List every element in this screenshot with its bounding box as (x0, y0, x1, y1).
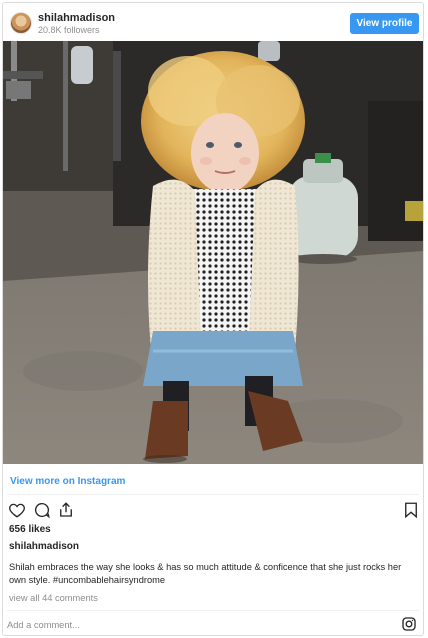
comment-input[interactable] (7, 616, 387, 634)
bookmark-icon[interactable] (402, 501, 422, 521)
divider (7, 610, 419, 611)
instagram-icon[interactable] (401, 616, 417, 632)
username[interactable]: shilahmadison (38, 12, 115, 24)
action-bar (7, 501, 419, 521)
comment-icon[interactable] (33, 501, 53, 521)
divider (7, 494, 419, 495)
view-profile-button[interactable]: View profile (350, 13, 419, 34)
like-count[interactable]: 656 likes (9, 524, 51, 535)
share-icon[interactable] (57, 501, 77, 521)
post-image[interactable] (3, 41, 423, 464)
heart-icon[interactable] (8, 501, 28, 521)
caption-text: Shilah embraces the way she looks & has … (9, 562, 402, 585)
instagram-embed-card: shilahmadison 20.8K followers View profi… (2, 2, 424, 636)
caption-username[interactable]: shilahmadison (9, 541, 79, 552)
avatar[interactable] (10, 12, 32, 34)
follower-count: 20.8K followers (38, 25, 100, 35)
post-header: shilahmadison 20.8K followers View profi… (3, 3, 423, 41)
view-comments-link[interactable]: view all 44 comments (9, 593, 98, 603)
view-more-link[interactable]: View more on Instagram (10, 476, 125, 487)
